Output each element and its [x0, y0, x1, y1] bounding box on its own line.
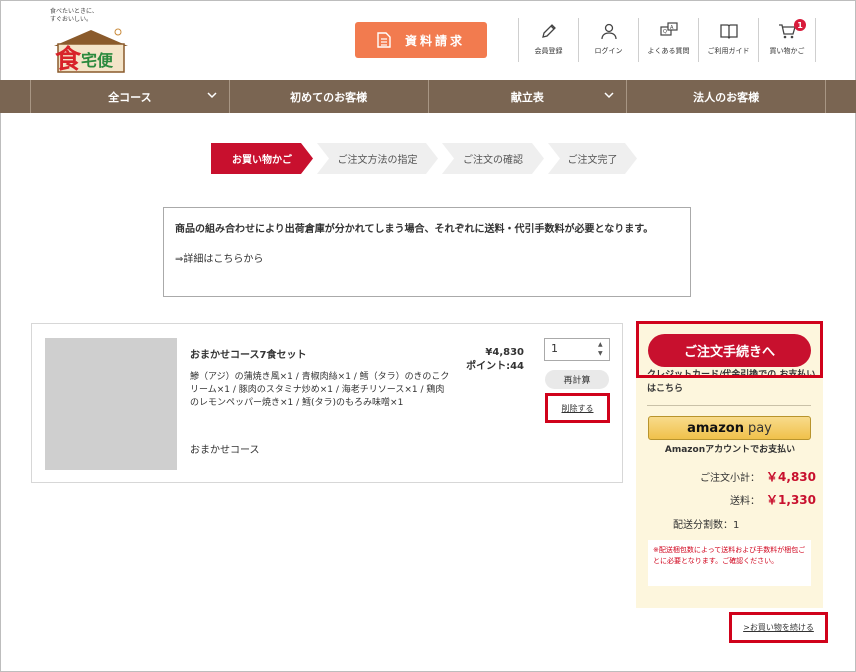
notice-details-link[interactable]: ⇒詳細はこちらから	[175, 252, 679, 268]
document-icon	[377, 32, 391, 48]
product-description: 鯵（アジ）の蒲焼き風×1 / 青椒肉絲×1 / 鱈（タラ）のきのこクリーム×1 …	[190, 372, 450, 408]
nav-all-courses[interactable]: 全コース	[30, 80, 229, 113]
amazon-pay-note: Amazonアカウントでお支払い	[664, 445, 796, 455]
nav-first-time-label: 初めてのお客様	[290, 90, 368, 104]
delete-item-link[interactable]: 削除する	[562, 403, 594, 414]
subtotal-value: ￥4,830	[766, 470, 816, 484]
step-complete: ご注文完了	[548, 143, 637, 174]
shipping-row: 送料： ￥1,330	[730, 491, 816, 508]
product-image	[45, 338, 177, 470]
stepper-up-icon[interactable]: ▲	[598, 341, 607, 349]
request-materials-label: 資料請求	[404, 33, 465, 48]
nav-menu[interactable]: 献立表	[427, 80, 627, 113]
quantity-value: 1	[551, 342, 558, 355]
cart-count-badge: 1	[794, 19, 806, 31]
svg-text:A: A	[670, 25, 674, 31]
subtotal-label: ご注文小計：	[700, 473, 761, 484]
svg-text:宅便: 宅便	[81, 51, 114, 70]
step-cart-label: お買い物かご	[232, 155, 292, 166]
stepper-down-icon[interactable]: ▼	[598, 350, 607, 358]
faq-link[interactable]: AQ よくある質問	[638, 18, 698, 62]
proceed-to-checkout-button[interactable]: ご注文手続きへ	[648, 334, 811, 367]
subtotal-row: ご注文小計： ￥4,830	[700, 468, 816, 485]
delete-highlight: 削除する	[545, 393, 610, 423]
amazon-pay-logo: amazon	[687, 420, 744, 436]
logo-tagline: 食べたいときに、	[50, 8, 98, 15]
step-order-method: ご注文方法の指定	[317, 143, 438, 174]
login-link[interactable]: ログイン	[578, 18, 638, 62]
request-materials-button[interactable]: 資料請求	[355, 22, 487, 58]
chevron-down-icon	[207, 92, 217, 99]
person-icon	[600, 23, 617, 40]
summary-divider	[647, 405, 811, 406]
login-label: ログイン	[594, 47, 623, 55]
step-cart: お買い物かご	[211, 143, 313, 174]
faq-icon: AQ	[659, 22, 678, 36]
nav-corporate-label: 法人のお客様	[693, 90, 760, 104]
logo-house-icon: 食 宅便	[54, 28, 128, 74]
shipping-value: ￥1,330	[766, 493, 816, 507]
faq-label: よくある質問	[647, 47, 690, 55]
step-complete-label: ご注文完了	[567, 155, 618, 166]
header-utility-nav: 会員登録 ログイン AQ よくある質問 ご利用ガイド 1 買い物かご	[518, 18, 816, 62]
product-name: おまかせコース7食セット	[190, 350, 307, 361]
svg-text:食: 食	[55, 44, 82, 74]
product-price: ¥4,830	[485, 347, 524, 358]
continue-shopping-link[interactable]: >お買い物を続ける	[743, 622, 814, 633]
product-points: ポイント:44	[466, 361, 524, 372]
chevron-down-icon	[604, 92, 614, 99]
delivery-split-count: 配送分割数：1	[673, 520, 740, 531]
cart-item: おまかせコース7食セット 鯵（アジ）の蒲焼き風×1 / 青椒肉絲×1 / 鱈（タ…	[31, 323, 623, 483]
pencil-icon	[541, 24, 556, 38]
shipping-warning: ※配送梱包数によって送料および手数料が梱包ごとに必要となります。ご確認ください。	[648, 540, 811, 586]
global-nav: 全コース 初めてのお客様 献立表 法人のお客様	[0, 80, 856, 113]
quantity-stepper[interactable]: 1 ▲ ▼	[544, 338, 610, 361]
stepper-arrows: ▲ ▼	[598, 341, 607, 358]
shipping-notice: 商品の組み合わせにより出荷倉庫が分かれてしまう場合、それぞれに送料・代引手数料が…	[163, 207, 691, 297]
notice-text: 商品の組み合わせにより出荷倉庫が分かれてしまう場合、それぞれに送料・代引手数料が…	[175, 224, 654, 235]
book-icon	[719, 24, 738, 39]
product-course: おまかせコース	[190, 445, 260, 456]
shipping-label: 送料：	[730, 496, 761, 507]
checkout-steps: お買い物かご ご注文方法の指定 ご注文の確認 ご注文完了	[211, 143, 641, 174]
guide-label: ご利用ガイド	[707, 47, 750, 55]
register-link[interactable]: 会員登録	[518, 18, 578, 62]
amazon-pay-logo-pay: pay	[747, 420, 772, 436]
product-price-block: ¥4,830 ポイント:44	[452, 346, 524, 374]
step-confirm-label: ご注文の確認	[463, 155, 523, 166]
continue-shopping-highlight: >お買い物を続ける	[729, 612, 828, 643]
guide-link[interactable]: ご利用ガイド	[698, 18, 758, 62]
register-label: 会員登録	[534, 47, 563, 55]
site-logo[interactable]: 食べたいときに、 すぐおいしい。 食 宅便	[44, 8, 136, 74]
step-order-method-label: ご注文方法の指定	[337, 155, 418, 166]
step-confirm: ご注文の確認	[442, 143, 544, 174]
logo-tagline-2: すぐおいしい。	[50, 16, 93, 23]
amazon-pay-button[interactable]: amazon pay	[648, 416, 811, 440]
nav-all-courses-label: 全コース	[108, 90, 152, 104]
nav-corporate[interactable]: 法人のお客様	[626, 80, 826, 113]
nav-first-time[interactable]: 初めてのお客様	[228, 80, 428, 113]
cart-label: 買い物かご	[769, 47, 805, 55]
svg-text:Q: Q	[663, 29, 667, 35]
recalculate-button[interactable]: 再計算	[545, 370, 609, 389]
cart-link[interactable]: 1 買い物かご	[758, 18, 816, 62]
nav-menu-label: 献立表	[510, 90, 544, 104]
